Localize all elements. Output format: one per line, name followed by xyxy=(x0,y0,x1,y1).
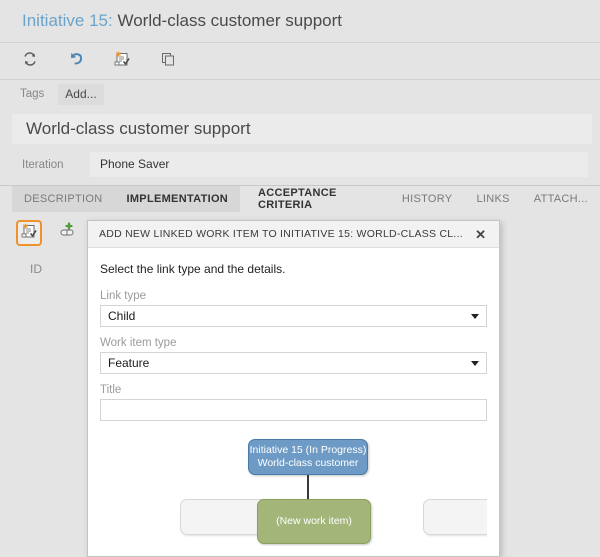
page-title: Initiative 15: World-class customer supp… xyxy=(22,10,600,32)
diagram-ghost-node-right xyxy=(423,499,487,535)
iteration-row: Iteration Phone Saver xyxy=(0,148,600,185)
diagram-parent-line1: Initiative 15 (In Progress) xyxy=(249,444,367,456)
new-linked-work-item-icon xyxy=(20,222,38,245)
tags-add-button[interactable]: Add... xyxy=(58,83,104,105)
work-item-type-field: Work item type Feature xyxy=(100,337,487,374)
tab-history[interactable]: HISTORY xyxy=(390,186,465,212)
dialog-body: Select the link type and the details. Li… xyxy=(88,248,499,556)
refresh-icon xyxy=(22,51,38,72)
iteration-label: Iteration xyxy=(22,158,64,171)
tab-description[interactable]: DESCRIPTION xyxy=(12,186,114,212)
diagram-new-work-item-node: (New work item) xyxy=(257,499,371,544)
title-field: Title xyxy=(100,384,487,421)
dialog-title-label: Title xyxy=(100,384,122,396)
work-item-title-text: World-class customer support xyxy=(117,11,343,30)
tab-group-primary: DESCRIPTION IMPLEMENTATION xyxy=(12,186,241,212)
link-type-value: Child xyxy=(108,309,136,323)
undo-icon xyxy=(67,50,85,73)
tags-row: Tags Add... xyxy=(0,79,600,108)
links-new-linked-work-item-button[interactable] xyxy=(16,220,42,246)
chevron-down-icon xyxy=(471,361,479,366)
tab-implementation[interactable]: IMPLEMENTATION xyxy=(114,186,240,212)
copy-icon xyxy=(160,51,176,72)
dialog-instruction: Select the link type and the details. xyxy=(100,262,286,276)
work-item-type-select[interactable]: Feature xyxy=(100,352,487,374)
work-item-type-value: Feature xyxy=(108,356,150,370)
add-link-icon xyxy=(58,221,76,245)
tab-acceptance-criteria[interactable]: ACCEPTANCE CRITERIA xyxy=(246,186,390,212)
dialog-title: ADD NEW LINKED WORK ITEM TO INITIATIVE 1… xyxy=(99,228,463,240)
new-linked-work-item-icon xyxy=(113,50,131,73)
diagram-parent-line2: World-class customer xyxy=(257,457,359,469)
tab-links[interactable]: LINKS xyxy=(464,186,521,212)
work-item-id-link[interactable]: Initiative 15 xyxy=(22,11,108,30)
diagram-arrow-line xyxy=(307,475,309,501)
form-toolbar xyxy=(0,42,600,79)
tab-group-secondary: ACCEPTANCE CRITERIA HISTORY LINKS ATTACH… xyxy=(246,186,600,212)
links-add-link-button[interactable] xyxy=(54,220,80,246)
tab-strip: DESCRIPTION IMPLEMENTATION ACCEPTANCE CR… xyxy=(0,185,600,212)
work-item-title-input[interactable] xyxy=(12,114,592,144)
tags-label: Tags xyxy=(20,88,45,100)
dialog-footer xyxy=(100,546,487,556)
diagram-parent-node: Initiative 15 (In Progress) World-class … xyxy=(248,439,368,475)
work-item-type-label: Work item type xyxy=(100,337,177,349)
dialog-title-input[interactable] xyxy=(100,399,487,421)
chevron-down-icon xyxy=(471,314,479,319)
iteration-value[interactable]: Phone Saver xyxy=(90,152,588,177)
title-row xyxy=(0,108,600,148)
diagram-new-work-item-label: (New work item) xyxy=(276,515,352,527)
link-type-select[interactable]: Child xyxy=(100,305,487,327)
tab-attachments[interactable]: ATTACH... xyxy=(522,186,600,212)
refresh-button[interactable] xyxy=(18,49,42,73)
link-type-field: Link type Child xyxy=(100,290,487,327)
title-separator: : xyxy=(108,11,113,30)
add-linked-work-item-dialog: ADD NEW LINKED WORK ITEM TO INITIATIVE 1… xyxy=(87,220,500,557)
close-icon[interactable]: ✕ xyxy=(472,226,489,243)
undo-button[interactable] xyxy=(64,49,88,73)
work-item-header: Initiative 15: World-class customer supp… xyxy=(0,0,600,42)
new-linked-work-item-button[interactable] xyxy=(110,49,134,73)
link-type-label: Link type xyxy=(100,290,147,302)
work-item-form: Initiative 15: World-class customer supp… xyxy=(0,0,600,557)
dialog-titlebar: ADD NEW LINKED WORK ITEM TO INITIATIVE 1… xyxy=(88,221,499,248)
copy-button[interactable] xyxy=(156,49,180,73)
link-preview-diagram: Initiative 15 (In Progress) World-class … xyxy=(100,431,487,546)
